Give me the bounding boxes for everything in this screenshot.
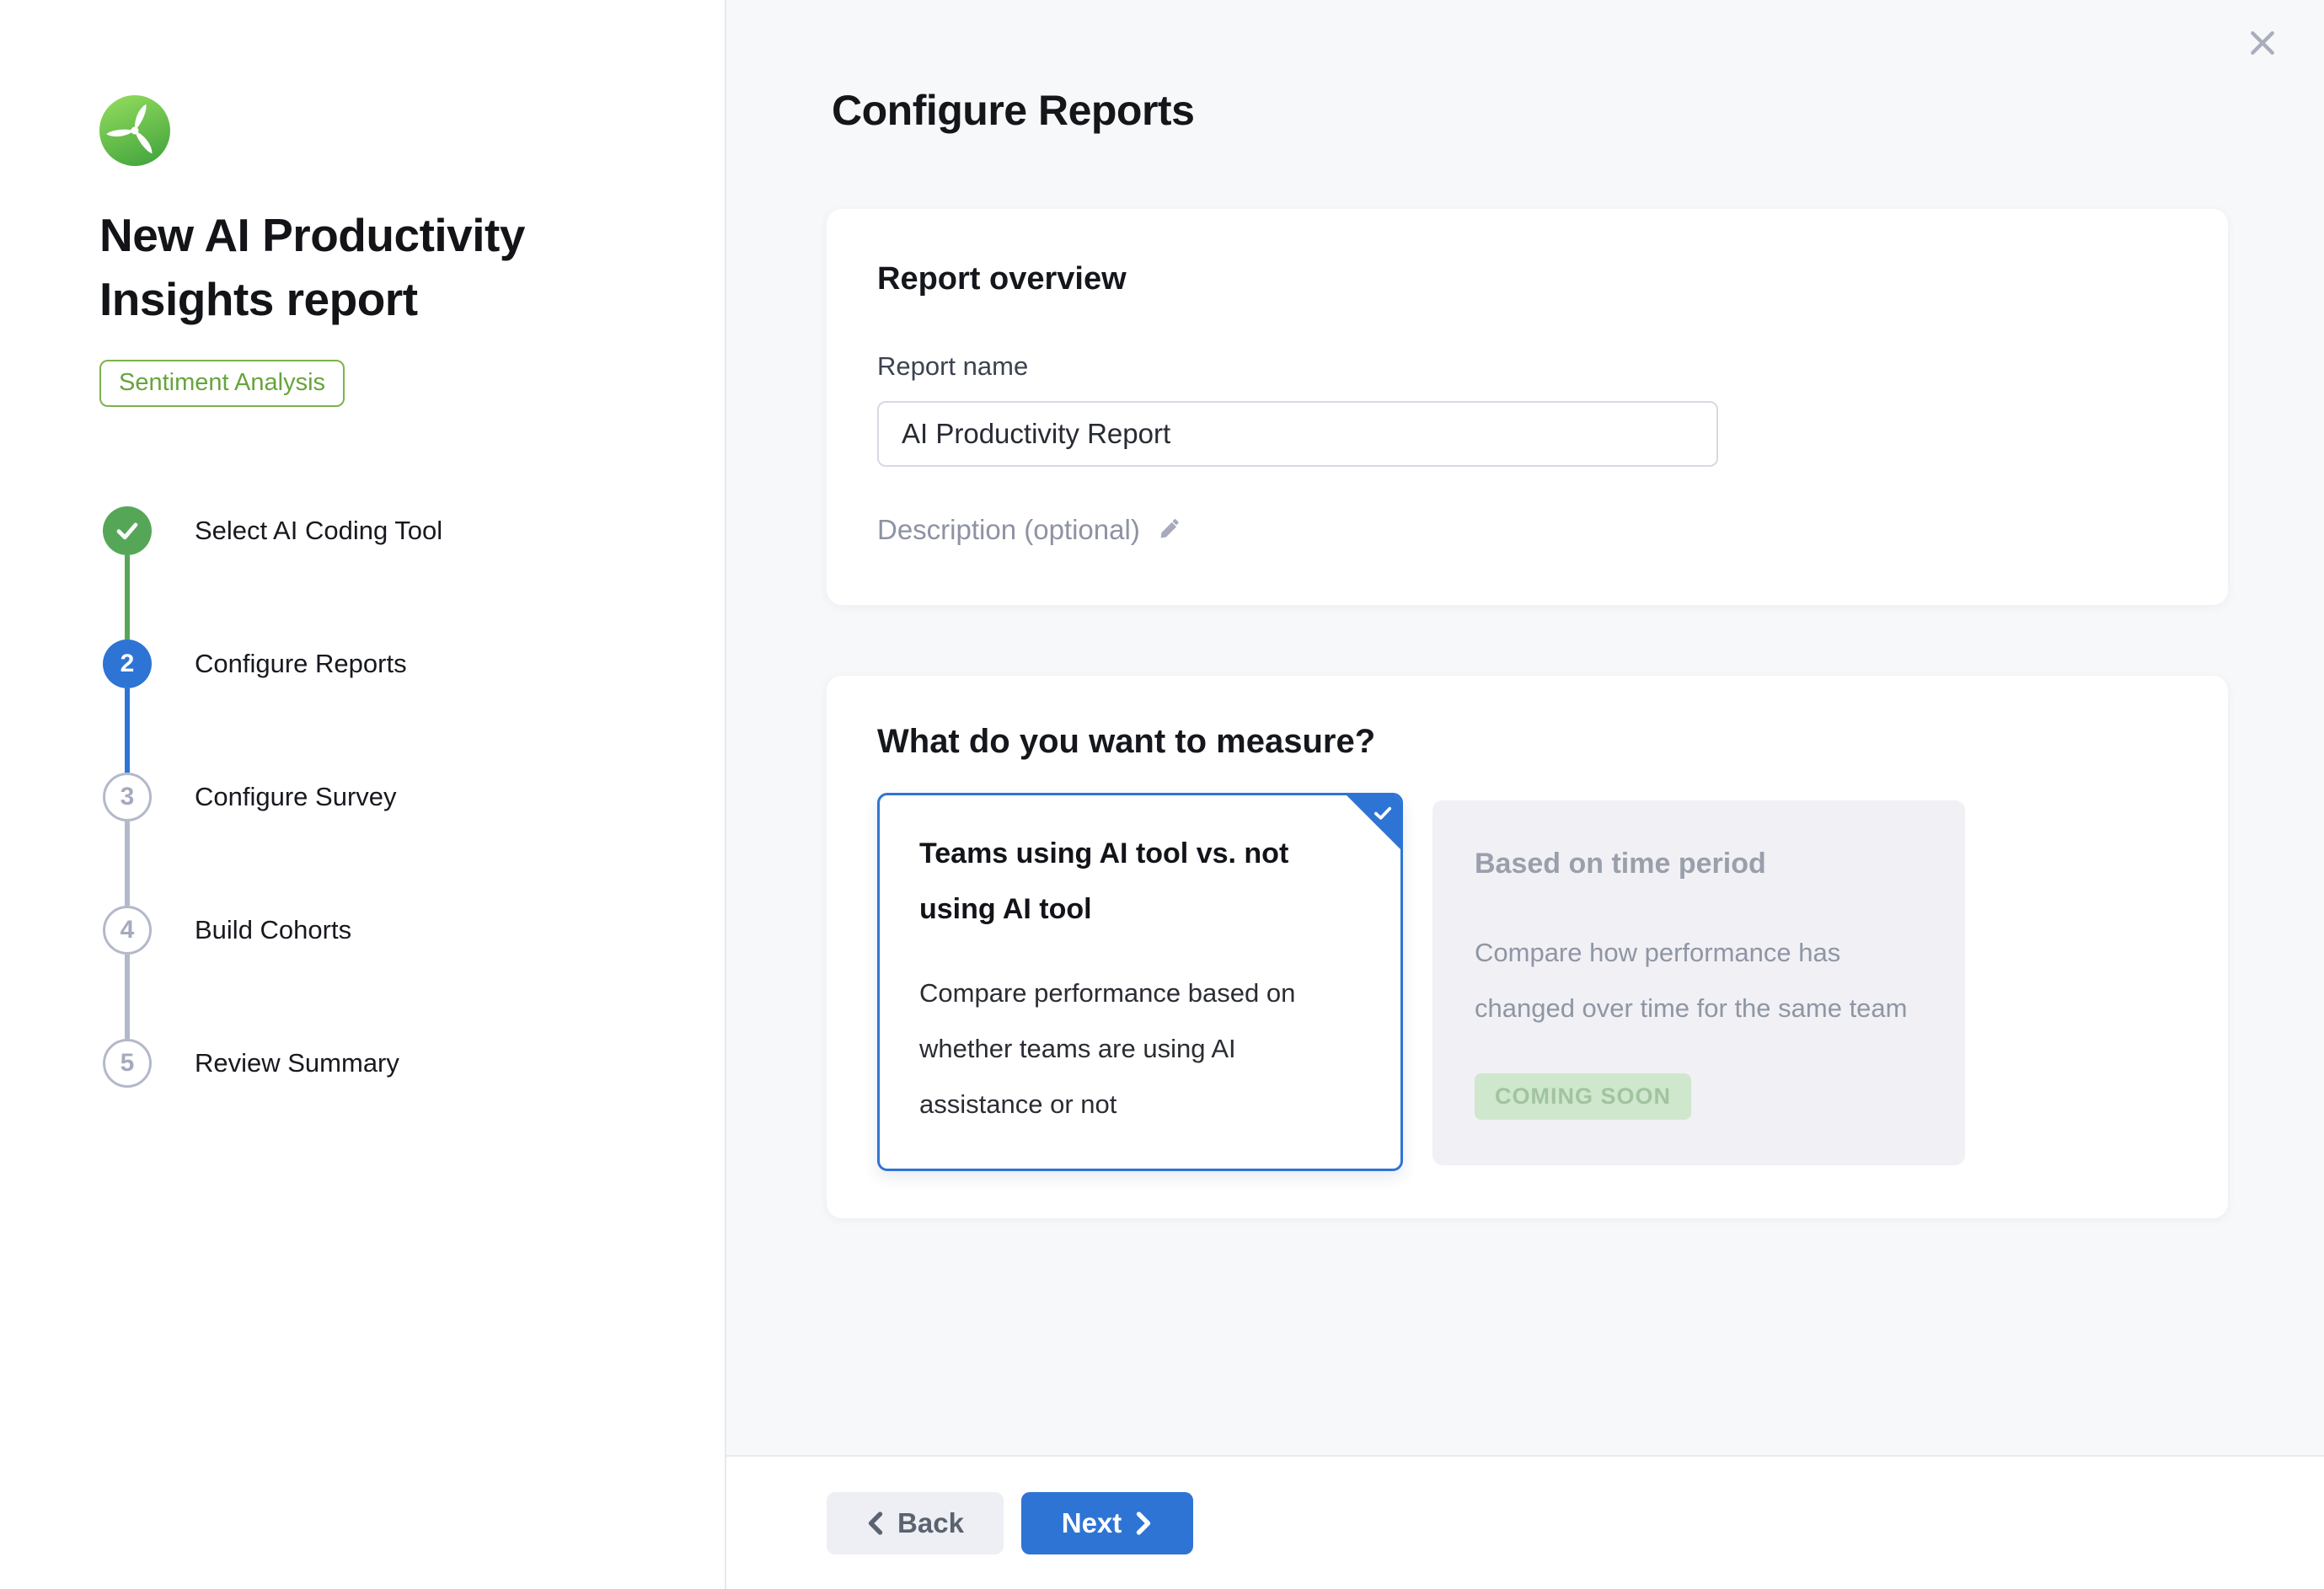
- step-circle-upcoming: 5: [103, 1039, 152, 1088]
- close-icon[interactable]: [2241, 22, 2284, 64]
- wizard-sidebar: New AI Productivity Insights report Sent…: [0, 0, 726, 1589]
- step-number: 3: [120, 783, 135, 811]
- step-number: 5: [120, 1049, 135, 1078]
- page-title: Configure Reports: [832, 86, 1194, 135]
- step-number: 2: [120, 650, 135, 678]
- step-circle-done: [103, 506, 152, 555]
- coming-soon-badge: COMING SOON: [1475, 1073, 1691, 1120]
- step-circle-upcoming: 3: [103, 773, 152, 821]
- back-button-label: Back: [897, 1507, 964, 1539]
- sentiment-analysis-badge: Sentiment Analysis: [99, 360, 345, 407]
- chevron-left-icon: [866, 1511, 885, 1536]
- wizard-stepper: Select AI Coding Tool 2 Configure Report…: [103, 506, 691, 1096]
- stepper-step-configure-reports[interactable]: 2 Configure Reports: [103, 639, 407, 688]
- option-based-on-time-period: Based on time period Compare how perform…: [1432, 800, 1965, 1165]
- back-button[interactable]: Back: [827, 1492, 1004, 1554]
- report-name-label: Report name: [877, 351, 2177, 382]
- step-label: Configure Reports: [195, 649, 407, 679]
- stepper-step-build-cohorts[interactable]: 4 Build Cohorts: [103, 906, 351, 955]
- option-title: Teams using AI tool vs. not using AI too…: [919, 826, 1363, 937]
- stepper-connector: [125, 555, 130, 639]
- option-description: Compare how performance has changed over…: [1475, 925, 1928, 1036]
- report-name-input[interactable]: [877, 401, 1718, 467]
- report-overview-heading: Report overview: [877, 261, 2177, 297]
- option-teams-vs-no-ai[interactable]: Teams using AI tool vs. not using AI too…: [877, 793, 1403, 1171]
- next-button-label: Next: [1062, 1507, 1122, 1539]
- wizard-title: New AI Productivity Insights report: [99, 203, 605, 331]
- description-edit-row[interactable]: Description (optional): [877, 514, 2177, 546]
- option-description: Compare performance based on whether tea…: [919, 966, 1363, 1132]
- stepper-step-review-summary[interactable]: 5 Review Summary: [103, 1039, 399, 1088]
- step-label: Review Summary: [195, 1048, 399, 1078]
- check-icon: [1371, 801, 1395, 825]
- configure-reports-wizard: New AI Productivity Insights report Sent…: [0, 0, 2324, 1589]
- next-button[interactable]: Next: [1021, 1492, 1193, 1554]
- stepper-connector: [125, 821, 130, 906]
- step-label: Select AI Coding Tool: [195, 516, 442, 546]
- check-icon: [113, 516, 142, 545]
- report-overview-card: Report overview Report name Description …: [827, 209, 2228, 605]
- measure-card: What do you want to measure? Teams using…: [827, 676, 2228, 1218]
- step-label: Build Cohorts: [195, 915, 351, 945]
- propeller-logo-icon: [99, 95, 170, 166]
- chevron-right-icon: [1134, 1511, 1153, 1536]
- step-circle-active: 2: [103, 639, 152, 688]
- step-number: 4: [120, 916, 135, 944]
- stepper-step-select-ai-coding-tool[interactable]: Select AI Coding Tool: [103, 506, 442, 555]
- configure-reports-panel: Configure Reports Report overview Report…: [726, 0, 2324, 1589]
- stepper-step-configure-survey[interactable]: 3 Configure Survey: [103, 773, 397, 821]
- option-title: Based on time period: [1475, 836, 1928, 891]
- measure-heading: What do you want to measure?: [877, 723, 2177, 761]
- stepper-connector: [125, 688, 130, 773]
- stepper-connector: [125, 955, 130, 1039]
- wizard-footer: Back Next: [726, 1455, 2324, 1589]
- pencil-icon: [1155, 516, 1182, 543]
- step-circle-upcoming: 4: [103, 906, 152, 955]
- step-label: Configure Survey: [195, 782, 397, 812]
- description-label: Description (optional): [877, 514, 1140, 546]
- measure-options: Teams using AI tool vs. not using AI too…: [877, 793, 2177, 1171]
